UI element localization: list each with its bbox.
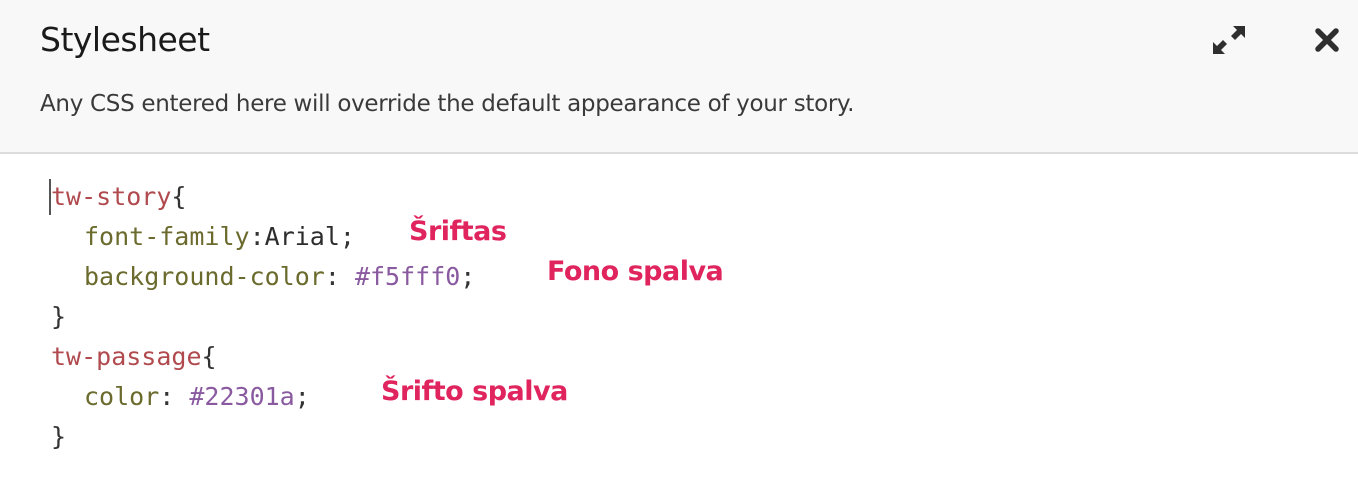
css-code-editor[interactable]: [0, 154, 1358, 504]
dialog-description: Any CSS entered here will override the d…: [40, 91, 855, 117]
close-x-icon: [1315, 28, 1339, 52]
colon: :: [249, 222, 265, 251]
semicolon: ;: [294, 382, 310, 411]
open-brace: {: [201, 342, 217, 371]
semicolon: ;: [339, 222, 355, 251]
css-color-value: #f5fff0: [354, 262, 461, 291]
code-line-6[interactable]: color: #22301a;: [84, 377, 310, 417]
css-value: Arial: [264, 222, 340, 251]
annotation-background-color: Fono spalva: [547, 256, 724, 287]
close-brace: }: [51, 302, 67, 331]
css-color-value: #22301a: [189, 382, 295, 411]
colon: :: [159, 382, 190, 411]
code-line-5[interactable]: tw-passage{: [51, 337, 217, 377]
colon: :: [324, 262, 355, 291]
expand-button[interactable]: [1211, 22, 1247, 58]
annotation-font-color: Šrifto spalva: [381, 376, 568, 407]
css-selector: tw-story: [51, 182, 172, 211]
close-button[interactable]: [1309, 22, 1345, 58]
annotation-font: Šriftas: [409, 216, 507, 247]
dialog-title: Stylesheet: [40, 20, 210, 59]
close-brace: }: [51, 422, 67, 451]
open-brace: {: [171, 182, 187, 211]
css-property: color: [84, 382, 160, 411]
code-line-1[interactable]: tw-story{: [51, 177, 186, 217]
semicolon: ;: [460, 262, 476, 291]
code-line-3[interactable]: background-color: #f5fff0;: [84, 257, 475, 297]
expand-arrows-icon: [1213, 26, 1245, 54]
code-line-4[interactable]: }: [51, 297, 66, 337]
code-line-2[interactable]: font-family:Arial;: [84, 217, 355, 257]
dialog-header: Stylesheet Any CSS entered here will ove…: [0, 0, 1358, 154]
css-selector: tw-passage: [51, 342, 202, 371]
css-property: font-family: [84, 222, 250, 251]
code-line-7[interactable]: }: [51, 417, 66, 457]
css-property: background-color: [84, 262, 325, 291]
